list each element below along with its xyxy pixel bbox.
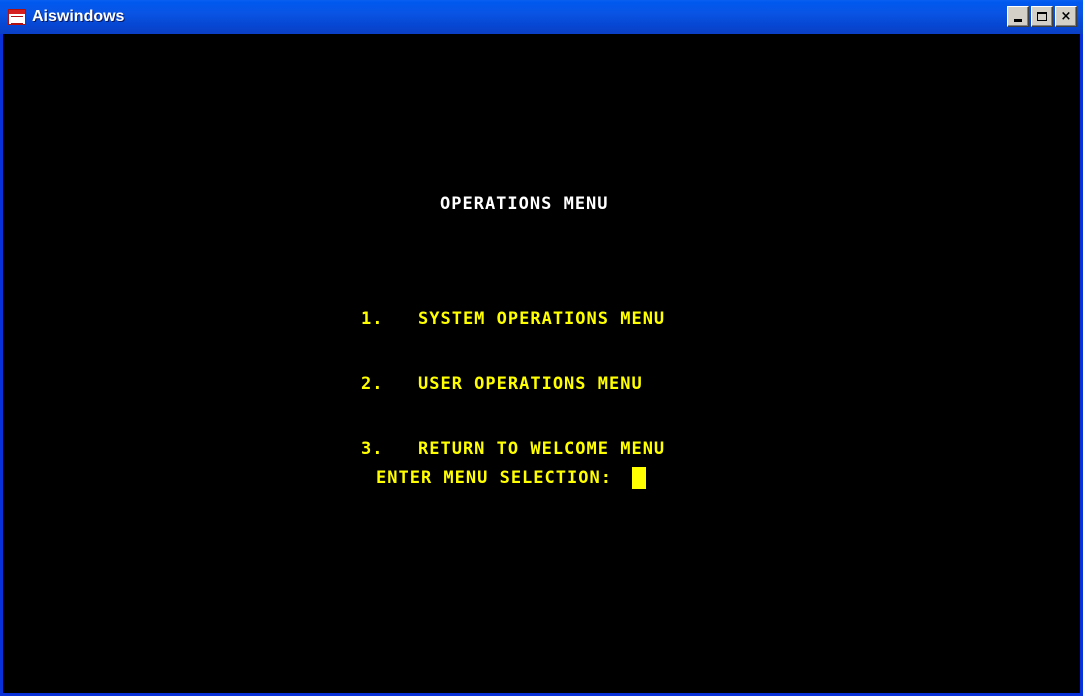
- menu-item-label: RETURN TO WELCOME MENU: [418, 439, 666, 459]
- terminal-window: Aiswindows × OPERATIONS MENU 1. SYSTEM O…: [0, 0, 1083, 696]
- minimize-button[interactable]: [1007, 6, 1029, 27]
- window-title: Aiswindows: [32, 8, 125, 25]
- title-bar[interactable]: Aiswindows ×: [0, 0, 1083, 34]
- menu-item-label: USER OPERATIONS MENU: [418, 374, 643, 394]
- menu-item-system-operations: 1. SYSTEM OPERATIONS MENU: [361, 307, 665, 332]
- minimize-icon: [1014, 19, 1022, 22]
- menu-selection-prompt: ENTER MENU SELECTION:: [376, 467, 646, 489]
- terminal-screen[interactable]: OPERATIONS MENU 1. SYSTEM OPERATIONS MEN…: [3, 34, 1080, 693]
- menu-item-user-operations: 2. USER OPERATIONS MENU: [361, 372, 665, 397]
- menu-item-number: 1.: [361, 309, 384, 329]
- input-cursor[interactable]: [631, 467, 646, 489]
- menu-title: OPERATIONS MENU: [440, 194, 609, 214]
- menu-item-number: 3.: [361, 439, 384, 459]
- prompt-label: ENTER MENU SELECTION:: [376, 468, 612, 488]
- maximize-icon: [1037, 12, 1047, 21]
- menu-item-label: SYSTEM OPERATIONS MENU: [418, 309, 666, 329]
- close-button[interactable]: ×: [1055, 6, 1077, 27]
- app-window-icon[interactable]: [8, 9, 26, 25]
- maximize-button[interactable]: [1031, 6, 1053, 27]
- window-controls: ×: [1005, 6, 1077, 27]
- close-icon: ×: [1060, 9, 1072, 24]
- menu-item-number: 2.: [361, 374, 384, 394]
- menu-item-return-welcome: 3. RETURN TO WELCOME MENU: [361, 437, 665, 462]
